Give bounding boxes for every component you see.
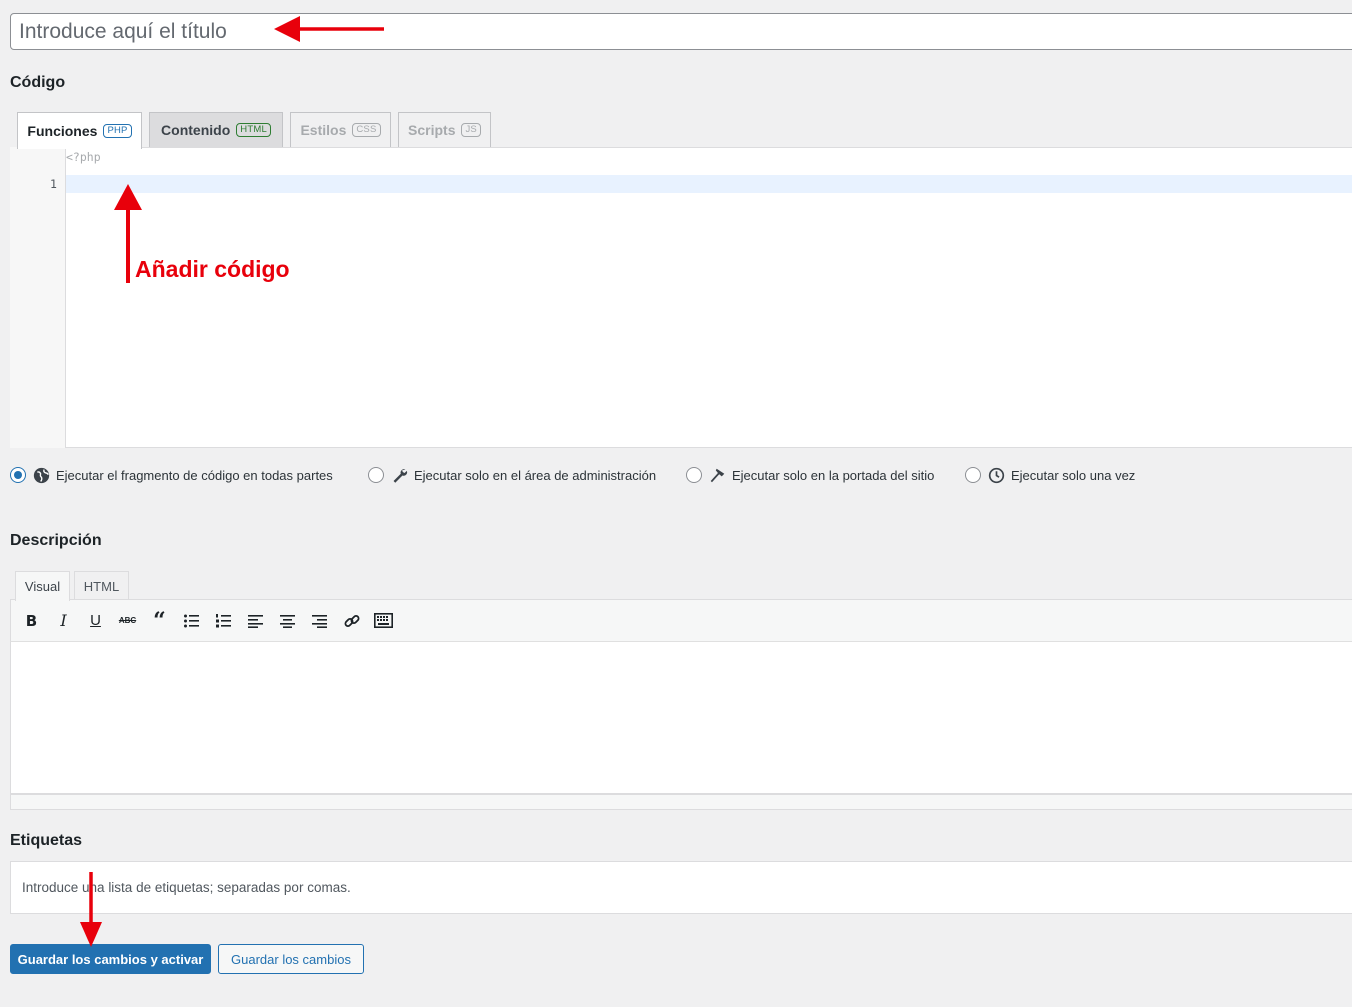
tab-functions-php[interactable]: Funciones PHP — [17, 112, 142, 149]
annotation-add-code: Añadir código — [135, 256, 290, 282]
tab-visual[interactable]: Visual — [15, 571, 70, 601]
editor-toolbar: B I U ABC “ — [10, 599, 1352, 642]
save-and-activate-button[interactable]: Guardar los cambios y activar — [10, 944, 211, 974]
scope-option-admin[interactable]: Ejecutar solo en el área de administraci… — [368, 464, 656, 486]
radio-admin[interactable] — [368, 467, 384, 483]
php-open-tag: <?php — [66, 150, 101, 164]
wrench-icon — [390, 466, 408, 484]
bullet-list-icon[interactable] — [181, 610, 202, 631]
strikethrough-icon[interactable]: ABC — [117, 610, 138, 631]
save-button[interactable]: Guardar los cambios — [218, 944, 364, 974]
title-input[interactable]: Introduce aquí el título — [10, 13, 1352, 50]
editor-status-bar — [10, 794, 1352, 810]
scope-option-frontend[interactable]: Ejecutar solo en la portada del sitio — [686, 464, 934, 486]
scope-label: Ejecutar solo una vez — [1011, 467, 1136, 483]
tab-content-html[interactable]: Contenido HTML — [149, 112, 283, 147]
blockquote-icon[interactable]: “ — [149, 610, 170, 632]
active-line-highlight[interactable] — [66, 175, 1352, 193]
description-editor[interactable] — [10, 641, 1352, 794]
tab-label: Scripts — [408, 122, 456, 138]
description-heading: Descripción — [10, 532, 102, 549]
tab-scripts-js[interactable]: Scripts JS — [398, 112, 491, 147]
js-badge: JS — [461, 123, 481, 137]
clock-icon — [987, 466, 1005, 484]
tab-html[interactable]: HTML — [74, 571, 129, 600]
italic-icon[interactable]: I — [53, 610, 74, 631]
html-badge: HTML — [236, 123, 271, 137]
line-gutter — [10, 147, 66, 448]
tags-placeholder: Introduce una lista de etiquetas; separa… — [22, 880, 351, 895]
annotation-arrow-save — [80, 872, 102, 947]
php-badge: PHP — [103, 124, 132, 138]
align-left-icon[interactable] — [245, 610, 266, 631]
numbered-list-icon[interactable] — [213, 610, 234, 631]
scope-option-once[interactable]: Ejecutar solo una vez — [965, 464, 1135, 486]
underline-icon[interactable]: U — [85, 610, 106, 631]
tab-styles-css[interactable]: Estilos CSS — [290, 112, 391, 147]
hammer-icon — [708, 466, 726, 484]
title-placeholder: Introduce aquí el título — [19, 20, 227, 43]
line-number: 1 — [50, 177, 57, 191]
align-center-icon[interactable] — [277, 610, 298, 631]
radio-everywhere[interactable] — [10, 467, 26, 483]
align-right-icon[interactable] — [309, 610, 330, 631]
tags-input[interactable]: Introduce una lista de etiquetas; separa… — [10, 861, 1352, 914]
annotation-arrow-title — [274, 16, 384, 42]
scope-label: Ejecutar solo en el área de administraci… — [414, 467, 657, 483]
scope-label: Ejecutar solo en la portada del sitio — [732, 467, 935, 483]
radio-frontend[interactable] — [686, 467, 702, 483]
tab-label: Contenido — [161, 122, 231, 138]
css-badge: CSS — [352, 123, 381, 137]
tags-heading: Etiquetas — [10, 832, 83, 849]
scope-label: Ejecutar el fragmento de código en todas… — [56, 467, 333, 483]
link-icon[interactable] — [341, 610, 362, 631]
radio-once[interactable] — [965, 467, 981, 483]
tab-label: Funciones — [27, 123, 98, 139]
scope-option-everywhere[interactable]: Ejecutar el fragmento de código en todas… — [10, 464, 333, 486]
keyboard-icon[interactable] — [373, 610, 394, 631]
globe-icon — [32, 466, 50, 484]
bold-icon[interactable]: B — [21, 610, 42, 631]
code-heading: Código — [10, 74, 66, 91]
tab-label: Estilos — [300, 122, 347, 138]
